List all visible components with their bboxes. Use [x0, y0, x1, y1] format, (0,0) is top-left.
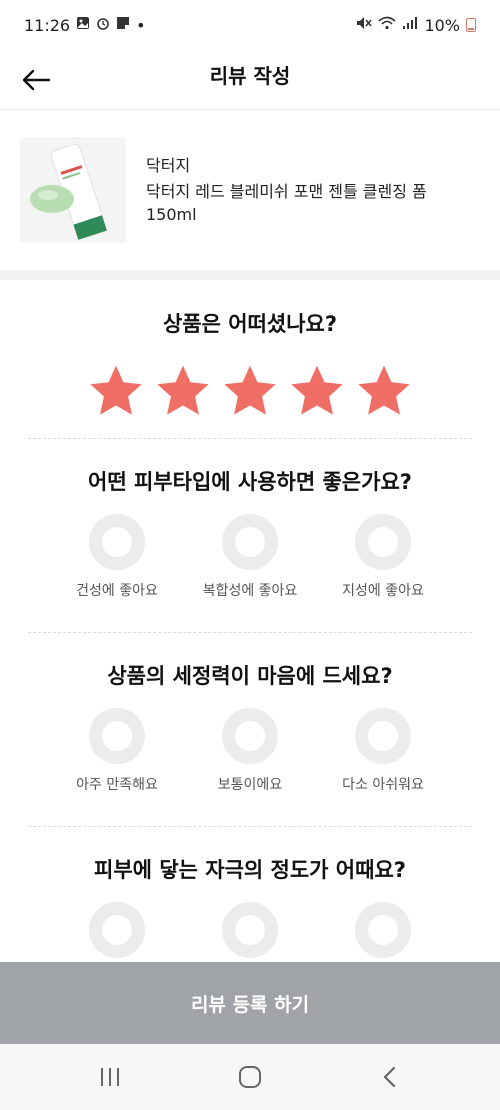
- status-bar: 11:26 • 10%: [0, 0, 500, 50]
- back-button[interactable]: [16, 60, 56, 100]
- dashed-divider: [28, 438, 472, 439]
- note-icon: [116, 16, 130, 34]
- back-icon: [383, 1066, 396, 1088]
- app-header: 리뷰 작성: [0, 50, 500, 110]
- submit-review-button[interactable]: 리뷰 등록 하기: [0, 962, 500, 1044]
- option-disappointing[interactable]: 다소 아쉬워요: [308, 708, 458, 794]
- section-divider: [0, 270, 500, 280]
- product-size: 150ml: [146, 205, 197, 224]
- star-icon[interactable]: [288, 362, 346, 420]
- option-irritation-1[interactable]: [42, 902, 192, 958]
- battery-icon: [466, 18, 476, 32]
- system-nav-bar: [0, 1044, 500, 1110]
- radio-circle: [89, 708, 145, 764]
- product-title: 닥터지 레드 블레미쉬 포맨 젠틀 클렌징 폼: [146, 182, 427, 201]
- page-title: 리뷰 작성: [209, 64, 291, 88]
- option-combination-skin[interactable]: 복합성에 좋아요: [175, 514, 325, 600]
- arrow-left-icon: [22, 69, 51, 91]
- star-icon[interactable]: [154, 362, 212, 420]
- option-label: 아주 만족해요: [76, 777, 158, 793]
- home-button[interactable]: [220, 1057, 280, 1097]
- wifi-icon: [378, 16, 396, 34]
- alarm-icon: [96, 16, 110, 34]
- recent-apps-button[interactable]: [80, 1057, 140, 1097]
- dot-indicator: •: [136, 15, 146, 35]
- radio-circle: [222, 902, 278, 958]
- radio-circle: [89, 902, 145, 958]
- option-dry-skin[interactable]: 건성에 좋아요: [42, 514, 192, 600]
- radio-circle: [222, 708, 278, 764]
- option-average[interactable]: 보통이에요: [175, 708, 325, 794]
- option-irritation-3[interactable]: [308, 902, 458, 958]
- product-image: [20, 137, 126, 243]
- rating-question: 상품은 어떠셨나요?: [162, 312, 338, 336]
- option-label: 다소 아쉬워요: [342, 777, 424, 793]
- question-skin-type: 어떤 피부타입에 사용하면 좋은가요?: [88, 470, 412, 494]
- radio-circle: [222, 514, 278, 570]
- dashed-divider: [28, 826, 472, 827]
- product-brand: 닥터지: [146, 156, 191, 175]
- option-label: 복합성에 좋아요: [202, 583, 298, 599]
- radio-circle: [355, 514, 411, 570]
- recent-apps-icon: [101, 1068, 119, 1086]
- nav-back-button[interactable]: [360, 1057, 420, 1097]
- star-icon[interactable]: [221, 362, 279, 420]
- radio-circle: [89, 514, 145, 570]
- mute-icon: [356, 16, 373, 34]
- option-oily-skin[interactable]: 지성에 좋아요: [308, 514, 458, 600]
- star-icon[interactable]: [355, 362, 413, 420]
- question-cleansing-power: 상품의 세정력이 마음에 드세요?: [107, 664, 393, 688]
- option-label: 건성에 좋아요: [76, 583, 158, 599]
- home-icon: [239, 1066, 261, 1088]
- clock: 11:26: [24, 15, 71, 35]
- product-card: 닥터지 닥터지 레드 블레미쉬 포맨 젠틀 클렌징 폼 150ml: [0, 110, 500, 270]
- radio-circle: [355, 902, 411, 958]
- option-label: 보통이에요: [217, 777, 283, 793]
- signal-icon: [402, 16, 418, 34]
- star-rating: [0, 362, 500, 420]
- star-icon[interactable]: [87, 362, 145, 420]
- product-name: 닥터지 레드 블레미쉬 포맨 젠틀 클렌징 폼 150ml: [146, 180, 476, 226]
- battery-percent: 10%: [424, 15, 460, 35]
- image-icon: [76, 16, 90, 34]
- option-very-satisfied[interactable]: 아주 만족해요: [42, 708, 192, 794]
- question-irritation: 피부에 닿는 자극의 정도가 어때요?: [94, 858, 406, 882]
- option-label: 지성에 좋아요: [342, 583, 424, 599]
- option-irritation-2[interactable]: [175, 902, 325, 958]
- radio-circle: [355, 708, 411, 764]
- dashed-divider: [28, 632, 472, 633]
